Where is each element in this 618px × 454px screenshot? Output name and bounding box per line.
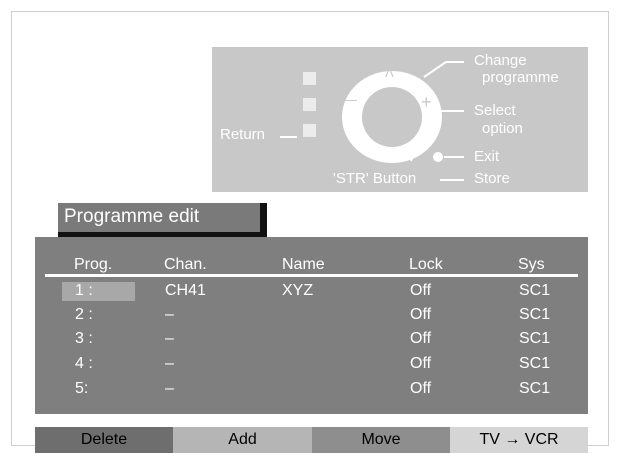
delete-button[interactable]: Delete bbox=[35, 427, 173, 453]
menu-title: Programme edit bbox=[64, 206, 200, 227]
table-row-lock: Off bbox=[410, 355, 432, 372]
table-row-chan: – bbox=[165, 380, 174, 397]
table-row-chan: – bbox=[165, 355, 174, 372]
table-row-prog[interactable]: 4 : bbox=[75, 355, 93, 373]
table-row-sys: SC1 bbox=[519, 282, 551, 299]
table-row-name: XYZ bbox=[282, 282, 314, 299]
str-button-label: 'STR' Button bbox=[333, 170, 417, 187]
move-button[interactable]: Move bbox=[312, 427, 450, 453]
store-label: Store bbox=[474, 170, 510, 187]
tvav-button-dot bbox=[433, 152, 443, 162]
add-button[interactable]: Add bbox=[173, 427, 312, 453]
table-row-lock: Off bbox=[410, 306, 432, 323]
minus-icon[interactable]: — bbox=[344, 92, 357, 108]
menu-title-tab: Programme edit bbox=[58, 203, 267, 237]
table-row-sys: SC1 bbox=[519, 355, 551, 372]
table-row-sys: SC1 bbox=[519, 380, 551, 397]
tvav-label: TV/AV bbox=[374, 148, 417, 165]
exit-label: Exit bbox=[474, 148, 500, 165]
table-row-lock: Off bbox=[410, 282, 432, 299]
column-header-chan: Chan. bbox=[164, 256, 207, 273]
table-row-chan: CH41 bbox=[165, 282, 206, 299]
column-header-name: Name bbox=[282, 256, 325, 273]
plus-icon[interactable]: + bbox=[421, 93, 432, 111]
column-header-sys: Sys bbox=[518, 256, 545, 273]
column-header-prog: Prog. bbox=[74, 256, 113, 273]
programme-label: programme bbox=[482, 69, 559, 86]
up-arrow-icon[interactable]: Λ bbox=[385, 65, 394, 81]
table-row-prog[interactable]: 2 : bbox=[75, 306, 93, 324]
header-divider bbox=[45, 274, 578, 277]
table-row-prog[interactable]: 1 : bbox=[75, 282, 93, 300]
table-row-prog[interactable]: 5: bbox=[75, 380, 88, 398]
table-row-sys: SC1 bbox=[519, 330, 551, 347]
table-row-sys: SC1 bbox=[519, 306, 551, 323]
tv-to-vcr-button[interactable]: TV → VCR bbox=[450, 427, 588, 453]
select-label: Select bbox=[474, 102, 516, 119]
remote-guide: Return Λ V — + Change programme Select o… bbox=[212, 47, 588, 192]
table-row-lock: Off bbox=[410, 380, 432, 397]
down-arrow-icon[interactable]: V bbox=[387, 129, 395, 145]
option-label: option bbox=[482, 120, 523, 137]
selected-row-highlight bbox=[62, 282, 135, 301]
table-row-prog[interactable]: 3 : bbox=[75, 330, 93, 348]
column-header-lock: Lock bbox=[409, 256, 443, 273]
change-pointer-line bbox=[423, 61, 447, 78]
table-row-lock: Off bbox=[410, 330, 432, 347]
table-row-chan: – bbox=[165, 330, 174, 347]
change-label: Change bbox=[474, 52, 527, 69]
table-row-chan: – bbox=[165, 306, 174, 323]
